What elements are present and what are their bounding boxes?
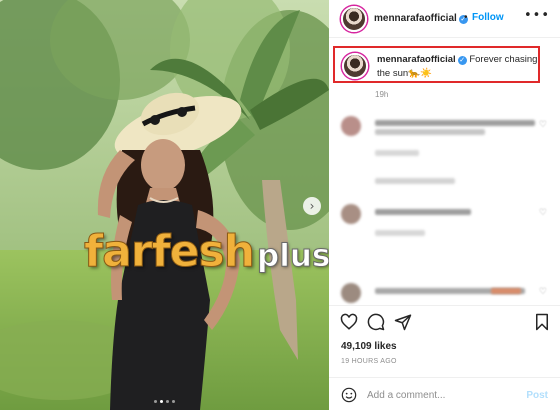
comment-text-blurred	[375, 129, 485, 135]
avatar[interactable]	[341, 6, 367, 32]
username-text[interactable]: mennarafaofficial	[374, 13, 457, 24]
comment-meta-blurred	[375, 150, 419, 156]
comment-text-blurred	[375, 209, 471, 215]
carousel-dot	[172, 400, 175, 403]
comment-like-icon[interactable]: ♡	[539, 287, 547, 297]
like-count[interactable]: 49,109 likes	[341, 341, 397, 352]
caption-highlight: mennarafaofficial ✓ Forever chasing the s…	[333, 46, 540, 83]
comment-avatar	[341, 116, 361, 136]
caption-username[interactable]: mennarafaofficial	[377, 54, 456, 65]
post-header: mennarafaofficial ✓ • Follow •••	[329, 0, 560, 38]
follow-button[interactable]: Follow	[472, 12, 504, 23]
heart-icon[interactable]	[340, 313, 358, 331]
add-comment-bar: Add a comment... Post	[329, 377, 560, 410]
post-timestamp: 19 HOURS AGO	[341, 358, 397, 365]
comment-like-icon[interactable]: ♡	[539, 208, 547, 218]
comment-emoji-blurred	[491, 288, 521, 294]
comment-like-icon[interactable]: ♡	[539, 120, 547, 130]
post-photo[interactable]: farfeshplus.com ›	[0, 0, 329, 410]
carousel-dots	[0, 400, 329, 403]
watermark-main: farfesh	[83, 226, 255, 278]
carousel-dot	[154, 400, 157, 403]
photo-image	[0, 0, 329, 410]
comment-input[interactable]: Add a comment...	[367, 390, 445, 401]
action-bar	[329, 305, 560, 335]
more-options-icon[interactable]: •••	[524, 8, 550, 23]
caption: mennarafaofficial ✓ Forever chasing the s…	[377, 53, 539, 81]
list-item: ♡	[341, 116, 551, 156]
watermark: farfeshplus.com	[83, 226, 329, 286]
comment-meta-blurred	[375, 178, 455, 184]
post-sidebar: mennarafaofficial ✓ • Follow ••• mennaraf…	[329, 0, 560, 410]
header-username[interactable]: mennarafaofficial ✓	[374, 13, 468, 24]
caption-avatar[interactable]	[342, 53, 368, 79]
post-comment-button[interactable]: Post	[526, 390, 548, 401]
paper-plane-icon[interactable]	[394, 313, 412, 331]
comment-avatar	[341, 204, 361, 224]
smiley-icon[interactable]	[341, 387, 357, 403]
caption-emojis: 🐆☀️	[408, 68, 432, 79]
carousel-dot	[166, 400, 169, 403]
carousel-next-button[interactable]: ›	[303, 197, 321, 215]
comment-text-blurred	[375, 120, 535, 126]
header-separator: •	[464, 12, 468, 23]
caption-timestamp: 19h	[375, 90, 389, 99]
comment-meta-blurred	[375, 230, 425, 236]
carousel-dot-active	[160, 400, 163, 403]
list-item: ♡	[341, 204, 551, 244]
comment-icon[interactable]	[367, 313, 385, 331]
verified-icon: ✓	[457, 56, 467, 65]
watermark-sub: plus.com	[257, 238, 329, 275]
bookmark-icon[interactable]	[533, 313, 551, 331]
comment-avatar	[341, 283, 361, 303]
